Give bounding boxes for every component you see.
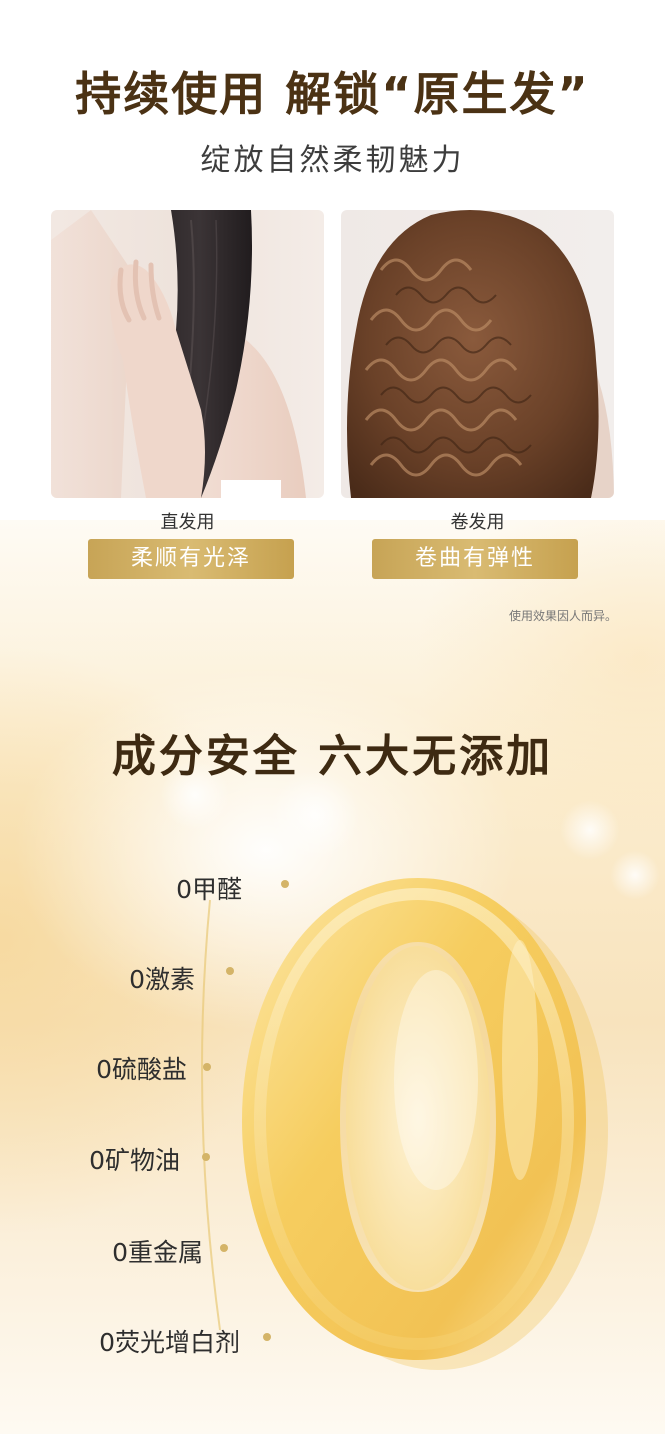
ingredient-dot <box>220 1244 228 1252</box>
ingredient-item-mineral-oil: 0矿物油 <box>89 1146 180 1175</box>
straight-hair-badge: 柔顺有光泽 <box>88 539 294 579</box>
ingredient-item-hormone: 0激素 <box>129 965 195 994</box>
zero-numeral-graphic <box>201 878 608 1370</box>
curly-hair-illustration <box>347 210 614 498</box>
ingredient-item-fluorescent-whitener: 0荧光增白剂 <box>99 1328 240 1357</box>
curly-hair-caption: 卷发用 <box>450 512 505 533</box>
disclaimer-text: 使用效果因人而异。 <box>508 609 617 623</box>
ingredient-item-formaldehyde: 0甲醛 <box>176 875 242 904</box>
ingredient-dot <box>281 880 289 888</box>
straight-hair-photo <box>51 210 324 498</box>
straight-hair-illustration <box>51 210 306 498</box>
ingredient-dot <box>226 967 234 975</box>
ingredient-dot <box>263 1333 271 1341</box>
curly-hair-photo <box>341 210 614 498</box>
ingredient-item-sulfate: 0硫酸盐 <box>96 1055 187 1084</box>
straight-hair-caption: 直发用 <box>160 512 215 533</box>
page-title: 持续使用 解锁“原生发” <box>75 67 590 121</box>
curly-hair-badge: 卷曲有弹性 <box>372 539 578 579</box>
ingredient-dot <box>202 1153 210 1161</box>
ingredients-title: 成分安全 六大无添加 <box>111 731 554 782</box>
ingredient-item-heavy-metal: 0重金属 <box>112 1238 203 1267</box>
page-subtitle: 绽放自然柔韧魅力 <box>200 143 465 178</box>
ingredient-dot <box>203 1063 211 1071</box>
